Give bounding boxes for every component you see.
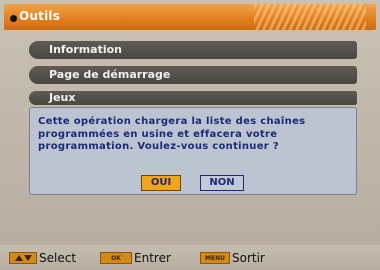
page-title: Outils — [19, 9, 61, 23]
hint-exit: MENU Sortir — [200, 250, 265, 266]
menu-item-label: Information — [49, 43, 122, 56]
dialog-message: Cette opération chargera la liste des ch… — [38, 116, 306, 152]
confirmation-dialog: Cette opération chargera la liste des ch… — [29, 107, 357, 195]
hint-select: Select — [9, 250, 76, 266]
menu-item-information[interactable]: Information — [29, 41, 357, 59]
tv-menu-screen: Outils Information Page de démarrage Jeu… — [0, 0, 380, 270]
menu-key-icon: MENU — [200, 252, 230, 264]
yes-button[interactable]: OUI — [141, 175, 181, 191]
hint-label: Entrer — [134, 251, 171, 265]
header-stripes-decoration — [254, 4, 366, 30]
ok-key-icon: OK — [100, 252, 132, 264]
no-button[interactable]: NON — [200, 175, 244, 191]
hint-enter: OK Entrer — [100, 250, 171, 266]
footer-help-bar: Select OK Entrer MENU Sortir — [0, 245, 380, 270]
menu-item-label: Page de démarrage — [49, 68, 171, 81]
menu-item-page-demarrage[interactable]: Page de démarrage — [29, 66, 357, 84]
header-bullet-icon — [10, 15, 17, 22]
hint-label: Select — [39, 251, 77, 265]
up-down-arrows-icon — [9, 252, 37, 264]
header-bar: Outils — [4, 4, 376, 30]
hint-label: Sortir — [232, 251, 265, 265]
menu-item-jeux[interactable]: Jeux — [29, 91, 357, 105]
menu-item-label: Jeux — [49, 91, 76, 104]
